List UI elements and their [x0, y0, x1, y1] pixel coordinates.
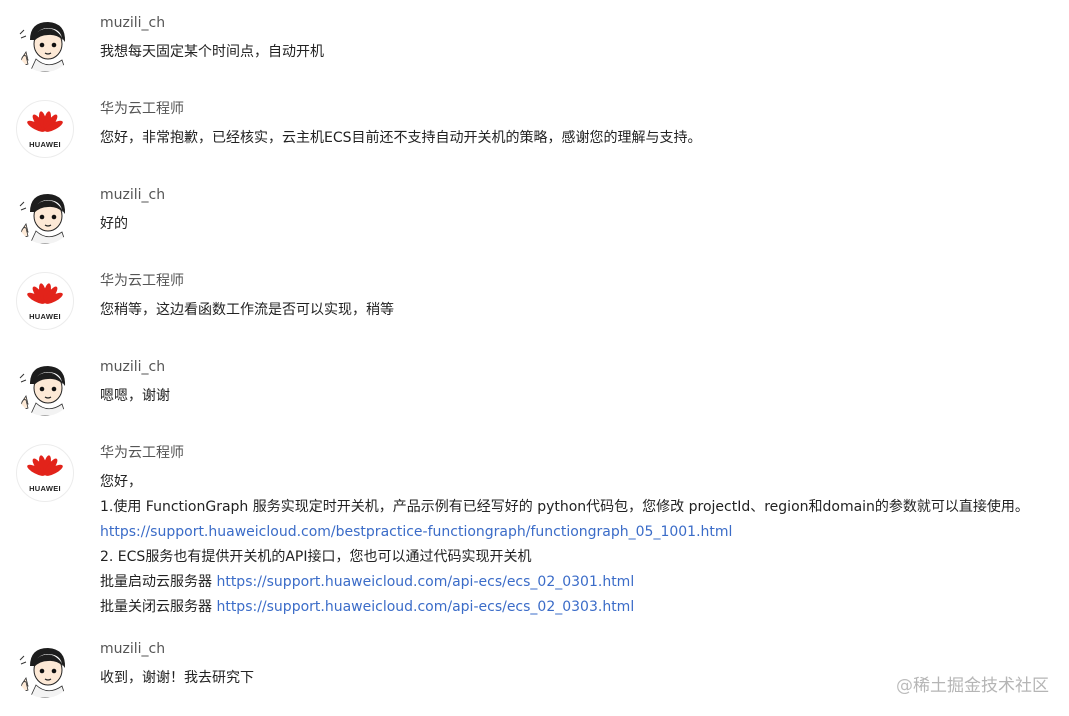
- huawei-logo-text: HUAWEI: [29, 140, 61, 149]
- message-text: 批量关闭云服务器: [100, 599, 217, 615]
- message-body: 嗯嗯，谢谢: [100, 384, 170, 409]
- watermark-text: 稀土掘金技术社区: [913, 676, 1049, 696]
- huawei-logo-text: HUAWEI: [29, 312, 61, 321]
- message-text: 2. ECS服务也有提供开关机的API接口，您也可以通过代码实现开关机: [100, 549, 532, 565]
- message-text: 您好，非常抱歉，已经核实，云主机ECS目前还不支持自动开关机的策略，感谢您的理解…: [100, 130, 702, 146]
- message-text: 您稍等，这边看函数工作流是否可以实现，稍等: [100, 302, 394, 318]
- message-line: https://support.huaweicloud.com/bestprac…: [100, 520, 1029, 545]
- sender-name: 华为云工程师: [100, 445, 184, 461]
- message-text: 1.使用 FunctionGraph 服务实现定时开关机，产品示例有已经写好的 …: [100, 499, 1029, 515]
- sender-name: muzili_ch: [100, 641, 166, 657]
- message-line: 好的: [100, 212, 128, 237]
- message-line: 批量启动云服务器 https://support.huaweicloud.com…: [100, 570, 1029, 595]
- message-line: 收到，谢谢！我去研究下: [100, 666, 254, 691]
- message-line: 2. ECS服务也有提供开关机的API接口，您也可以通过代码实现开关机: [100, 545, 1029, 570]
- message-body: 您好，非常抱歉，已经核实，云主机ECS目前还不支持自动开关机的策略，感谢您的理解…: [100, 126, 702, 151]
- message-line: 1.使用 FunctionGraph 服务实现定时开关机，产品示例有已经写好的 …: [100, 495, 1029, 520]
- user-avatar: [16, 640, 74, 698]
- message-text: 好的: [100, 216, 128, 232]
- message-text: 您好，: [100, 474, 142, 490]
- huawei-logo-text: HUAWEI: [29, 484, 61, 493]
- message-line: 您好，非常抱歉，已经核实，云主机ECS目前还不支持自动开关机的策略，感谢您的理解…: [100, 126, 702, 151]
- message-line: 您好，: [100, 470, 1029, 495]
- user-avatar: [16, 358, 74, 416]
- message-body: 收到，谢谢！我去研究下: [100, 666, 254, 691]
- sender-name: muzili_ch: [100, 15, 166, 31]
- huawei-avatar: HUAWEI: [16, 272, 74, 330]
- sender-name: 华为云工程师: [100, 273, 184, 289]
- message-link[interactable]: https://support.huaweicloud.com/api-ecs/…: [216, 599, 634, 615]
- sender-name: muzili_ch: [100, 187, 166, 203]
- message-text: 批量启动云服务器: [100, 574, 217, 590]
- message-line: 批量关闭云服务器 https://support.huaweicloud.com…: [100, 595, 1029, 620]
- message-line: 我想每天固定某个时间点，自动开机: [100, 40, 324, 65]
- message-text: 我想每天固定某个时间点，自动开机: [100, 44, 324, 60]
- watermark: @稀土掘金技术社区: [896, 674, 1049, 698]
- sender-name: 华为云工程师: [100, 101, 184, 117]
- message-line: 您稍等，这边看函数工作流是否可以实现，稍等: [100, 298, 394, 323]
- sender-name: muzili_ch: [100, 359, 166, 375]
- message-text: 嗯嗯，谢谢: [100, 388, 170, 404]
- message-body: 我想每天固定某个时间点，自动开机: [100, 40, 324, 65]
- message-body: 您稍等，这边看函数工作流是否可以实现，稍等: [100, 298, 394, 323]
- message-body: 好的: [100, 212, 128, 237]
- huawei-avatar: HUAWEI: [16, 444, 74, 502]
- message-link[interactable]: https://support.huaweicloud.com/api-ecs/…: [216, 574, 634, 590]
- user-avatar: [16, 186, 74, 244]
- watermark-at-symbol: @: [896, 676, 913, 696]
- message-link[interactable]: https://support.huaweicloud.com/bestprac…: [100, 524, 732, 540]
- message-line: 嗯嗯，谢谢: [100, 384, 170, 409]
- message-body: 您好， 1.使用 FunctionGraph 服务实现定时开关机，产品示例有已经写…: [100, 470, 1029, 620]
- message-text: 收到，谢谢！我去研究下: [100, 670, 254, 686]
- user-avatar: [16, 14, 74, 72]
- huawei-avatar: HUAWEI: [16, 100, 74, 158]
